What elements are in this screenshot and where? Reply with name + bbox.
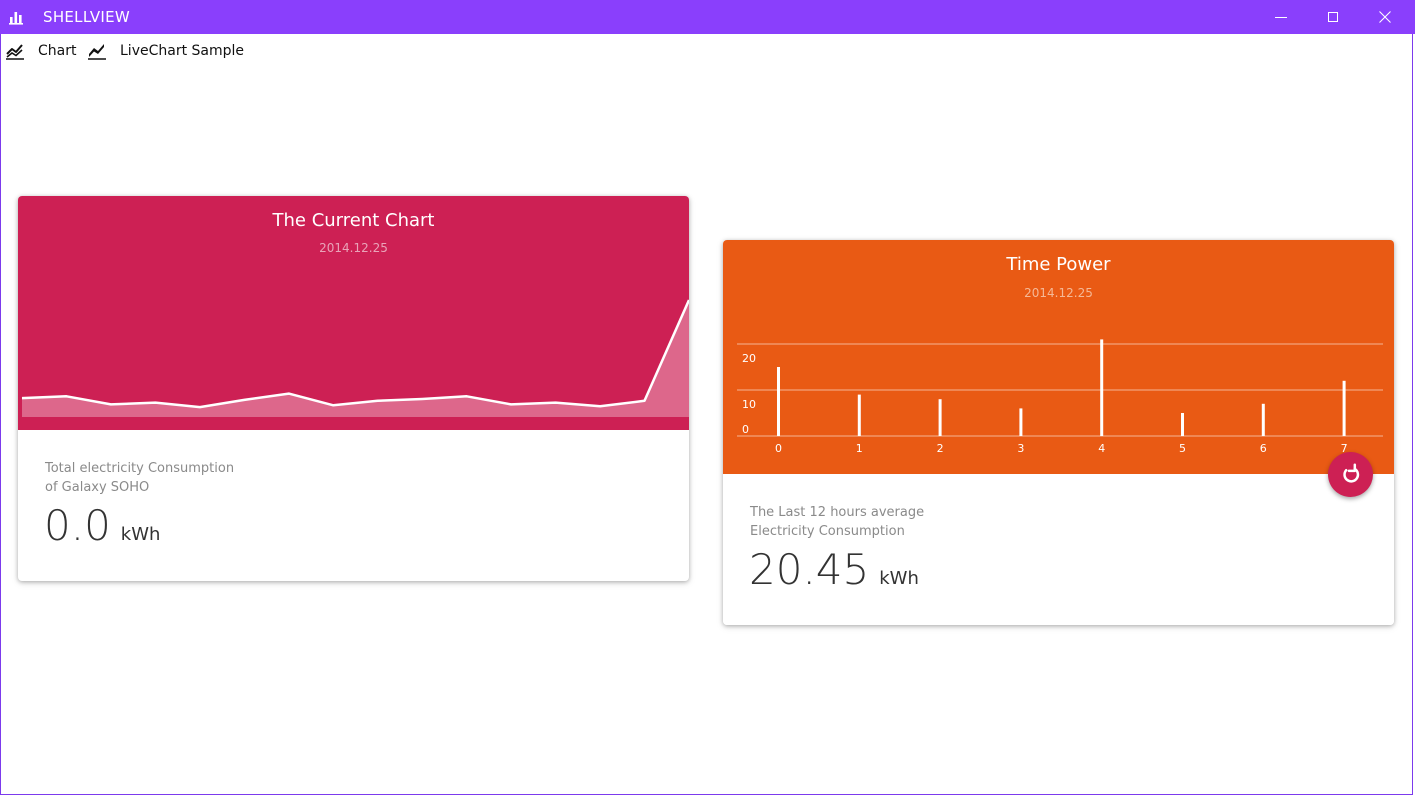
bar — [777, 367, 780, 436]
refresh-icon — [1343, 463, 1360, 483]
x-tick-label: 0 — [775, 442, 782, 455]
bar-chart: 010200 1 2 3 4 5 6 7 — [737, 339, 1383, 455]
bar — [857, 394, 861, 436]
close-icon — [1379, 11, 1391, 23]
reading-unit: kWh — [879, 568, 919, 589]
bar — [938, 399, 942, 436]
refresh-button[interactable] — [1328, 452, 1373, 497]
bar — [1019, 408, 1023, 436]
area-chart — [21, 299, 689, 417]
card-header: The Current Chart 2014.12.25 — [18, 196, 689, 430]
series-line — [21, 299, 689, 409]
minimize-icon — [1275, 17, 1287, 18]
maximize-icon — [1328, 12, 1338, 22]
consumption-reading: 20.45 kWh — [749, 545, 919, 594]
description-line: Total electricity Consumption — [45, 461, 235, 476]
reading-value: 20.45 — [749, 545, 870, 594]
x-tick-label: 4 — [1098, 442, 1105, 455]
bar — [1342, 380, 1346, 436]
menu-item-chart[interactable]: Chart — [6, 40, 76, 62]
x-tick-label: 1 — [856, 442, 863, 455]
card-header: Time Power 2014.12.25 0 10 20 0 1 2 3 4 5 6 7 — [723, 240, 1394, 474]
reading-value: 0.0 — [44, 501, 111, 550]
menu-bar: Chart LiveChart Sample — [0, 34, 1412, 66]
x-tick-label: 5 — [1179, 442, 1186, 455]
window-title: SHELLVIEW — [43, 8, 131, 26]
card-description: The Last 12 hours average Electricity Co… — [750, 503, 924, 541]
trend-line-icon — [88, 44, 106, 60]
line-chart-icon — [6, 44, 24, 60]
description-line: Electricity Consumption — [750, 524, 905, 539]
current-chart-card: The Current Chart 2014.12.25 Total elect… — [18, 196, 689, 581]
title-bar[interactable]: SHELLVIEW — [0, 0, 1415, 34]
y-tick-label: 0 — [742, 423, 749, 436]
y-tick-label: 10 — [742, 398, 756, 411]
description-line: of Galaxy SOHO — [45, 480, 150, 495]
x-tick-label: 6 — [1260, 442, 1267, 455]
x-tick-label: 2 — [937, 442, 944, 455]
time-power-card: Time Power 2014.12.25 0 10 20 0 1 2 3 4 5 6 7 The … — [723, 240, 1394, 625]
menu-item-label: Chart — [38, 43, 77, 59]
area-fill — [22, 300, 689, 417]
bar — [1181, 413, 1184, 436]
bar — [1261, 403, 1265, 436]
menu-item-livechart-sample[interactable]: LiveChart Sample — [88, 40, 244, 62]
consumption-reading: 0.0 kWh — [44, 501, 160, 550]
card-description: Total electricity Consumption of Galaxy … — [45, 459, 234, 497]
bar — [1100, 339, 1104, 436]
bar-chart-icon — [9, 12, 23, 25]
minimize-button[interactable] — [1257, 0, 1307, 34]
menu-item-label: LiveChart Sample — [120, 43, 245, 59]
description-line: The Last 12 hours average — [750, 505, 925, 520]
x-tick-label: 3 — [1017, 442, 1024, 455]
close-button[interactable] — [1361, 0, 1411, 34]
y-tick-label: 20 — [742, 352, 756, 365]
maximize-button[interactable] — [1309, 0, 1359, 34]
reading-unit: kWh — [120, 524, 161, 545]
